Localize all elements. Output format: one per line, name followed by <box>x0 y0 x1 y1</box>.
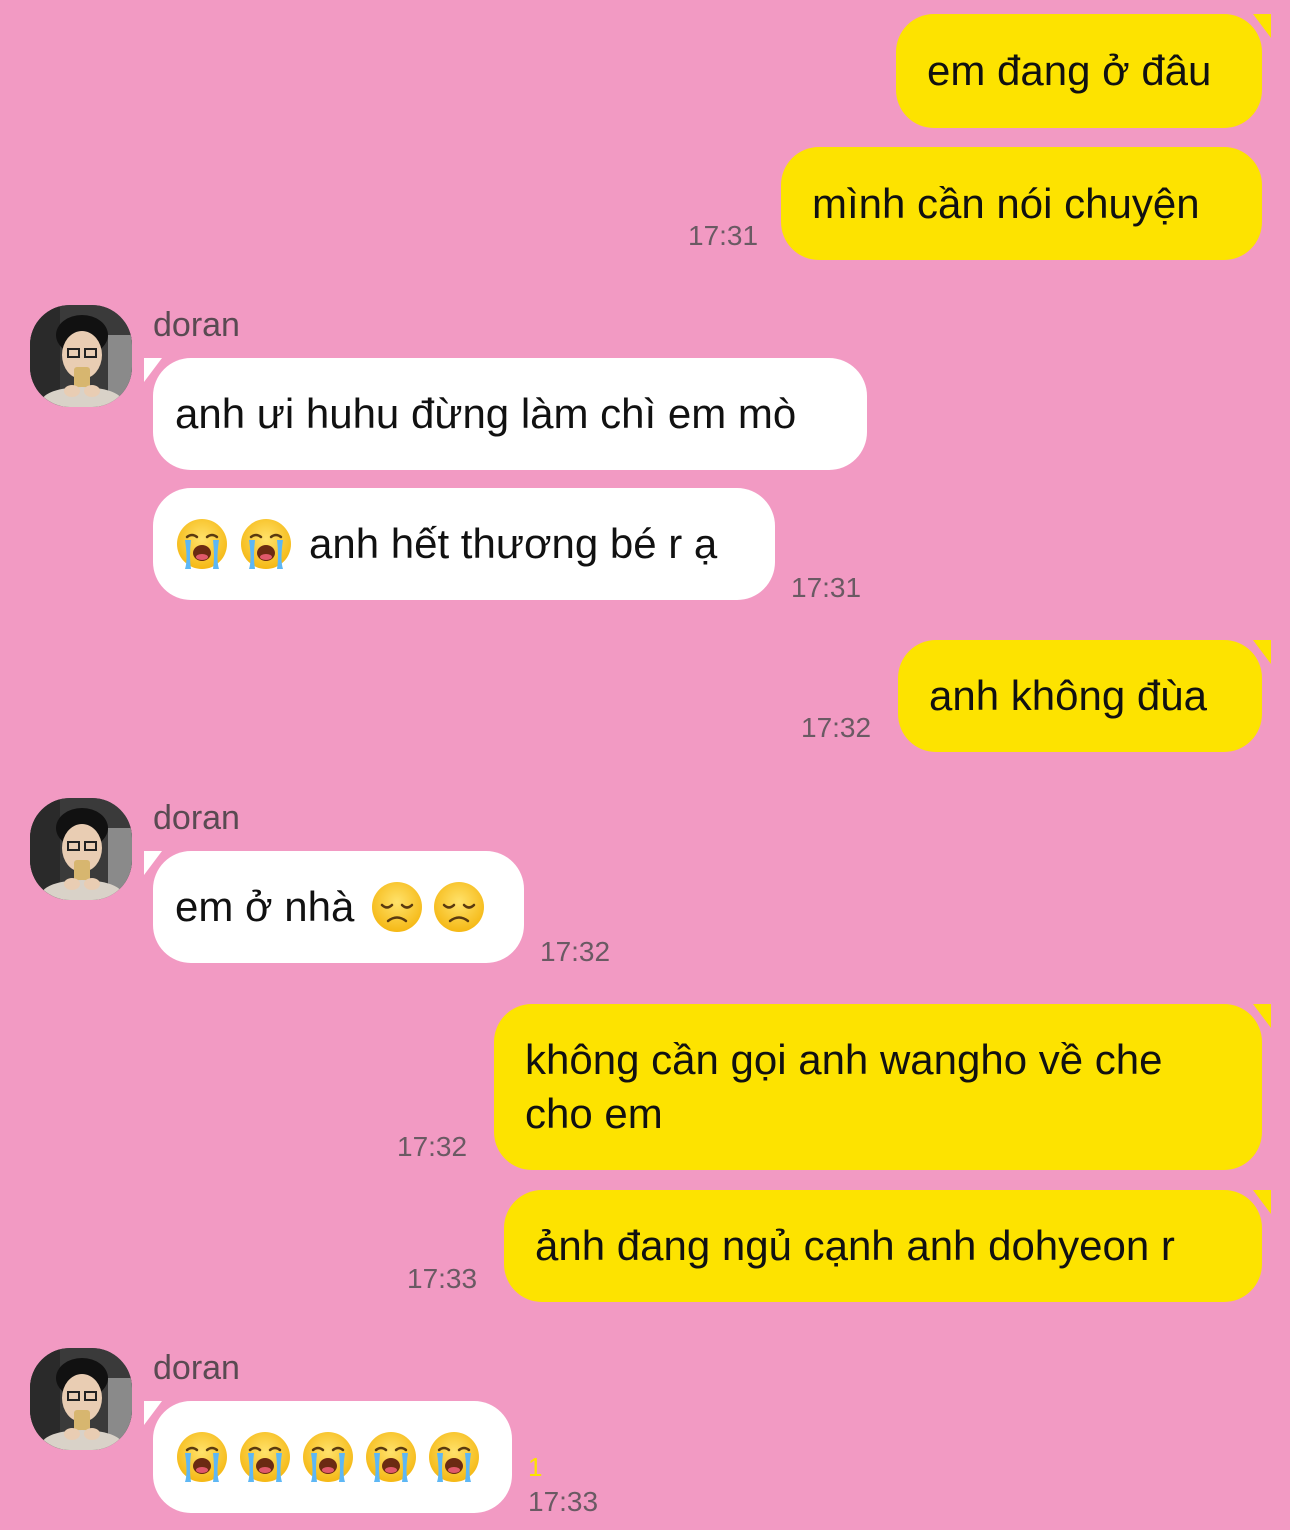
message-text: mình cần nói chuyện <box>812 179 1200 227</box>
loudly-crying-face-icon <box>427 1430 481 1484</box>
message-bubble-incoming[interactable]: anh hết thương bé r ạ <box>153 488 775 600</box>
message-text: ảnh đang ngủ cạnh anh dohyeon r <box>535 1222 1175 1269</box>
contact-avatar[interactable] <box>30 1348 132 1450</box>
loudly-crying-face-icon <box>175 517 229 571</box>
loudly-crying-face-icon <box>239 517 293 571</box>
message-bubble-outgoing[interactable]: mình cần nói chuyện <box>781 147 1262 260</box>
message-bubble-incoming[interactable] <box>144 1401 512 1513</box>
contact-avatar[interactable] <box>30 305 132 407</box>
message-timestamp: 17:32 <box>397 1131 468 1162</box>
message-timestamp: 17:32 <box>801 712 872 743</box>
message-text: anh hết thương bé r ạ <box>309 520 718 567</box>
loudly-crying-face-icon <box>364 1430 418 1484</box>
message-text: không cần gọi anh wangho về che cho em <box>525 1036 1163 1137</box>
message-timestamp: 17:32 <box>540 936 611 967</box>
unread-count: 1 <box>528 1452 543 1482</box>
loudly-crying-face-icon <box>175 1430 229 1484</box>
message-timestamp: 17:33 <box>407 1263 478 1294</box>
loudly-crying-face-icon <box>238 1430 292 1484</box>
loudly-crying-face-icon <box>301 1430 355 1484</box>
message-bubble-outgoing[interactable]: anh không đùa <box>898 640 1271 752</box>
message-timestamp: 17:33 <box>528 1486 599 1517</box>
message-bubble-outgoing[interactable]: em đang ở đâu <box>896 14 1271 128</box>
message-bubble-incoming[interactable]: anh ưi huhu đừng làm chì em mò <box>144 358 867 470</box>
disappointed-face-icon <box>432 880 486 934</box>
disappointed-face-icon <box>370 880 424 934</box>
message-text: anh ưi huhu đừng làm chì em mò <box>175 390 797 437</box>
sender-name: doran <box>153 1349 240 1387</box>
sender-name: doran <box>153 306 240 344</box>
message-text: anh không đùa <box>929 672 1207 719</box>
message-bubble-outgoing[interactable]: không cần gọi anh wangho về che cho em <box>494 1004 1271 1170</box>
sender-name: doran <box>153 799 240 837</box>
message-text: em đang ở đâu <box>927 47 1212 94</box>
message-text: em ở nhà <box>175 883 355 930</box>
message-timestamp: 17:31 <box>791 572 862 603</box>
message-bubble-incoming[interactable]: em ở nhà <box>144 851 524 963</box>
message-timestamp: 17:31 <box>688 220 759 251</box>
contact-avatar[interactable] <box>30 798 132 900</box>
message-bubble-outgoing[interactable]: ảnh đang ngủ cạnh anh dohyeon r <box>504 1190 1271 1302</box>
